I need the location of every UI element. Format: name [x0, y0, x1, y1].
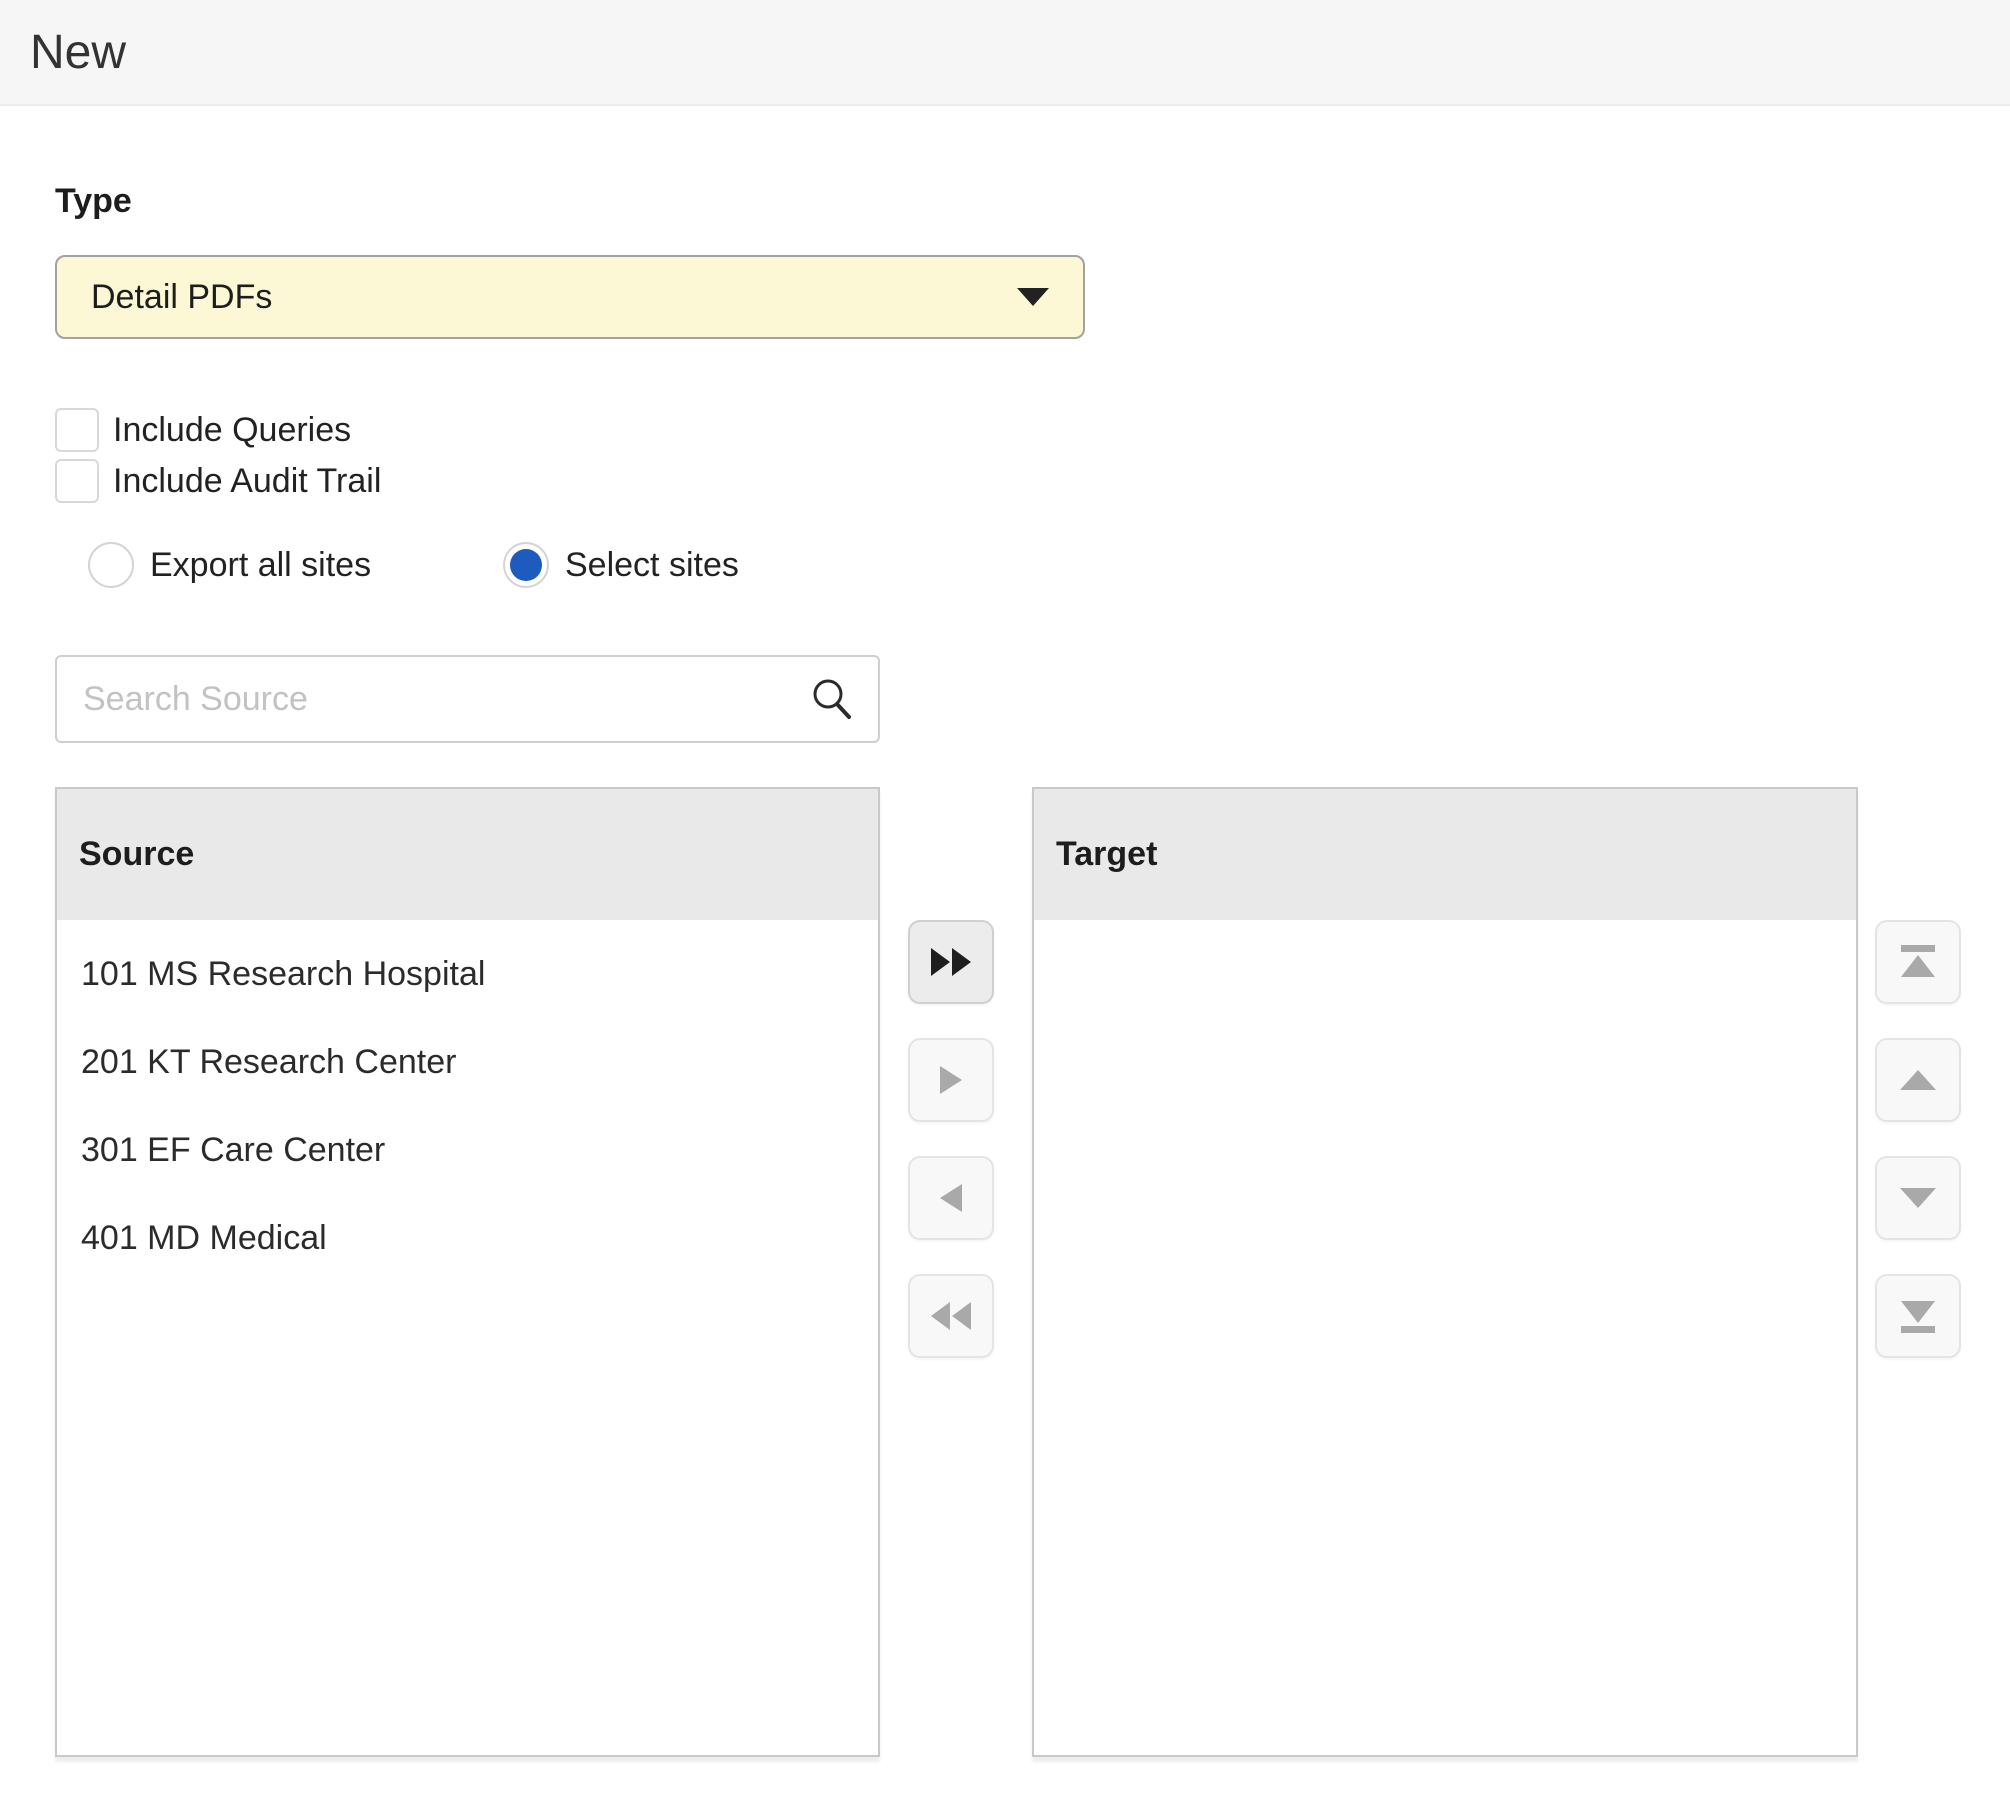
- type-dropdown[interactable]: Detail PDFs: [55, 255, 1085, 339]
- include-audit-trail-row: Include Audit Trail: [55, 457, 381, 505]
- up-arrow-icon: [1898, 1069, 1938, 1091]
- search-source-input[interactable]: [81, 679, 808, 720]
- move-to-bottom-button[interactable]: [1875, 1274, 1961, 1358]
- type-dropdown-value: Detail PDFs: [91, 278, 272, 317]
- list-item[interactable]: 201 KT Research Center: [57, 1018, 878, 1106]
- page-title: New: [30, 25, 126, 80]
- select-sites-option: Select sites: [503, 542, 739, 588]
- export-all-sites-option: Export all sites: [88, 542, 371, 588]
- source-panel: Source 101 MS Research Hospital201 KT Re…: [55, 787, 880, 1757]
- type-label: Type: [55, 182, 132, 221]
- move-all-left-button[interactable]: [908, 1274, 994, 1358]
- search-icon: [808, 676, 854, 722]
- target-panel-header: Target: [1034, 789, 1856, 920]
- move-to-bottom-icon: [1898, 1299, 1938, 1333]
- chevron-down-icon: [1017, 288, 1049, 306]
- right-arrow-icon: [938, 1064, 964, 1096]
- list-item[interactable]: 401 MD Medical: [57, 1194, 878, 1282]
- move-down-button[interactable]: [1875, 1156, 1961, 1240]
- select-sites-label[interactable]: Select sites: [565, 546, 739, 585]
- double-right-arrow-icon: [929, 947, 973, 977]
- list-item[interactable]: 301 EF Care Center: [57, 1106, 878, 1194]
- export-all-sites-label[interactable]: Export all sites: [150, 546, 371, 585]
- include-audit-trail-label[interactable]: Include Audit Trail: [113, 462, 381, 501]
- move-all-right-button[interactable]: [908, 920, 994, 1004]
- include-queries-row: Include Queries: [55, 406, 351, 454]
- source-panel-header: Source: [57, 789, 878, 920]
- left-arrow-icon: [938, 1182, 964, 1214]
- search-source-box: [55, 655, 880, 743]
- move-left-button[interactable]: [908, 1156, 994, 1240]
- list-item[interactable]: 101 MS Research Hospital: [57, 930, 878, 1018]
- move-right-button[interactable]: [908, 1038, 994, 1122]
- target-panel: Target: [1032, 787, 1858, 1757]
- move-to-top-button[interactable]: [1875, 920, 1961, 1004]
- target-list: [1034, 920, 1856, 930]
- source-list: 101 MS Research Hospital201 KT Research …: [57, 920, 878, 1282]
- export-all-sites-radio[interactable]: [88, 542, 134, 588]
- include-queries-checkbox[interactable]: [55, 408, 99, 452]
- double-left-arrow-icon: [929, 1301, 973, 1331]
- select-sites-radio[interactable]: [503, 542, 549, 588]
- include-audit-trail-checkbox[interactable]: [55, 459, 99, 503]
- move-up-button[interactable]: [1875, 1038, 1961, 1122]
- dialog-header: New: [0, 0, 2010, 106]
- down-arrow-icon: [1898, 1187, 1938, 1209]
- move-to-top-icon: [1898, 945, 1938, 979]
- include-queries-label[interactable]: Include Queries: [113, 411, 351, 450]
